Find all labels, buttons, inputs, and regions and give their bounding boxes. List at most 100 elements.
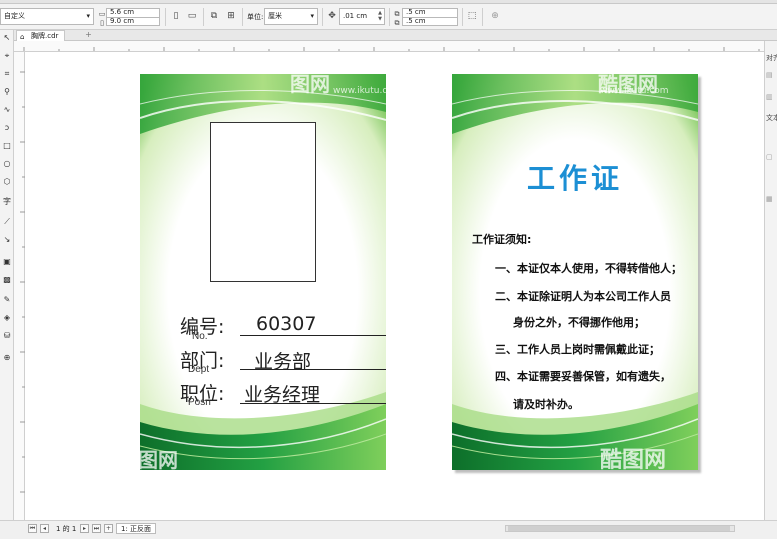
dup-x-value: .5 cm [406, 8, 426, 16]
notice-item[interactable]: 三、工作人员上岗时需佩戴此证； [495, 341, 660, 357]
pick-tool-icon[interactable]: ↖ [1, 32, 13, 44]
parallel-dimension-icon[interactable]: ⟋ [1, 216, 13, 228]
docker-label-align[interactable]: 对齐 [766, 53, 777, 63]
docker-label-text[interactable]: 文本 [766, 113, 777, 123]
separator [389, 8, 390, 26]
portrait-icon[interactable]: ▯ [170, 10, 182, 22]
notice-item[interactable]: 一、本证仅本人使用，不得转借他人； [495, 260, 682, 276]
rectangle-tool-icon[interactable]: □ [1, 140, 13, 152]
dup-y-field[interactable]: .5 cm [402, 17, 458, 26]
crop-tool-icon[interactable]: ⌗ [1, 68, 13, 80]
text-tool-icon[interactable]: 字 [1, 196, 13, 208]
field-value[interactable]: 60307 [256, 313, 316, 335]
watermark-bottom: 酷图网 [600, 448, 667, 470]
notice-item[interactable]: 四、本证需要妥善保管，如有遗失， [495, 368, 671, 384]
all-pages-icon[interactable]: ⧉ [208, 10, 220, 22]
horizontal-scrollbar[interactable] [505, 525, 735, 532]
add-tool-icon[interactable]: ⊕ [1, 352, 13, 364]
page-preset-value: 自定义 [4, 12, 25, 20]
vertical-ruler [14, 52, 25, 520]
add-icon[interactable]: ⊕ [489, 10, 501, 22]
separator [462, 8, 463, 26]
dup-y-value: .5 cm [406, 17, 426, 25]
underline [240, 369, 386, 370]
zoom-tool-icon[interactable]: ⚲ [1, 86, 13, 98]
docker-icon[interactable]: ▥ [766, 93, 773, 101]
new-tab-icon[interactable]: + [84, 31, 93, 40]
property-bar: 自定义 ▾ ▭ 5.6 cm ▯ 9.0 cm ▯ ▭ ⧉ ⊞ 单位: 厘米 ▾… [0, 4, 777, 30]
page-tab[interactable]: 1: 正反面 [116, 523, 157, 534]
field-number: 编号: No. 60307 [180, 312, 386, 344]
chevron-down-icon: ▾ [86, 12, 90, 20]
prev-page-icon[interactable]: ◂ [40, 524, 49, 533]
polygon-tool-icon[interactable]: ⬡ [1, 176, 13, 188]
card-title[interactable]: 工作证 [452, 157, 698, 197]
field-sublabel: Posn [188, 397, 211, 408]
drop-shadow-icon[interactable]: ▣ [1, 256, 13, 268]
page-navigator: ⏮ ◂ 1 的 1 ▸ ⏭ + 1: 正反面 [0, 520, 777, 539]
page-info: 1 的 1 [56, 525, 77, 533]
scrollbar-thumb[interactable] [508, 526, 730, 531]
notice-item[interactable]: 请及时补办。 [513, 396, 579, 412]
nudge-icon: ✥ [328, 11, 336, 21]
freehand-tool-icon[interactable]: ∿ [1, 104, 13, 116]
height-field[interactable]: 9.0 cm [106, 17, 160, 26]
document-tab-label: 胸牌.cdr [31, 32, 59, 40]
notice-heading[interactable]: 工作证须知: [472, 231, 531, 247]
watermark-url: www.ikutu.com [333, 86, 386, 96]
separator [165, 8, 166, 26]
ellipse-tool-icon[interactable]: ○ [1, 158, 13, 170]
next-page-icon[interactable]: ▸ [80, 524, 89, 533]
docker-icon[interactable]: ▤ [766, 71, 773, 79]
add-page-icon[interactable]: + [104, 524, 113, 533]
underline [240, 403, 386, 404]
landscape-icon[interactable]: ▭ [186, 10, 198, 22]
field-department: 部门: Dept 业务部 [180, 346, 386, 378]
separator [482, 8, 483, 26]
watermark-url: www.ikutu.com [600, 86, 669, 96]
units-value: 厘米 [268, 12, 282, 20]
ruler-ticks [23, 47, 760, 51]
badge-front[interactable]: 图网 www.ikutu.com 图网 编号: No. 60307 部门: De… [140, 74, 386, 470]
toolbox: ↖ ⌖ ⌗ ⚲ ∿ ↄ □ ○ ⬡ 字 ⟋ ↘ ▣ ▩ ✎ ◈ ⛁ ⊕ [0, 30, 14, 525]
right-docker: 对齐 ▤ ▥ 文本 ▢ ▦ [764, 41, 777, 525]
watermark-bottom: 图网 [140, 448, 178, 470]
last-page-icon[interactable]: ⏭ [92, 524, 101, 533]
field-sublabel: No. [192, 331, 208, 342]
photo-placeholder[interactable] [210, 122, 316, 282]
chevron-down-icon: ▾ [310, 12, 314, 20]
artistic-media-icon[interactable]: ↄ [1, 122, 13, 134]
field-sublabel: Dept [188, 364, 210, 375]
first-page-icon[interactable]: ⏮ [28, 524, 37, 533]
connector-tool-icon[interactable]: ↘ [1, 234, 13, 246]
document-tab[interactable]: ⌂ 胸牌.cdr [16, 30, 66, 41]
separator [322, 8, 323, 26]
units-label: 单位: [247, 13, 264, 21]
notice-item[interactable]: 身份之外，不得挪作他用； [513, 314, 645, 330]
docker-icon[interactable]: ▢ [766, 153, 773, 161]
nudge-field[interactable]: .01 cm ▲ ▼ [339, 8, 385, 25]
document-tab-bar: ⌂ 胸牌.cdr + [14, 30, 777, 41]
drawing-canvas[interactable]: 图网 www.ikutu.com 图网 编号: No. 60307 部门: De… [25, 52, 764, 520]
dup-x-field[interactable]: .5 cm [402, 8, 458, 17]
separator [203, 8, 204, 26]
horizontal-ruler [14, 41, 764, 52]
badge-back[interactable]: 酷图网 www.ikutu.com 酷图网 工作证 工作证须知: 一、本证仅本人… [452, 74, 698, 470]
page-frame-icon[interactable]: ⬚ [466, 10, 478, 22]
shape-tool-icon[interactable]: ⌖ [1, 50, 13, 62]
width-field[interactable]: 5.6 cm [106, 8, 160, 17]
field-position: 职位: Posn 业务经理 [180, 379, 386, 411]
height-value: 9.0 cm [110, 17, 135, 25]
smart-fill-icon[interactable]: ⛁ [1, 330, 13, 342]
notice-item[interactable]: 二、本证除证明人为本公司工作人员 [495, 288, 671, 304]
page-preset-select[interactable]: 自定义 ▾ [0, 8, 94, 25]
separator [242, 8, 243, 26]
docker-icon[interactable]: ▦ [766, 195, 773, 203]
ruler-ticks [20, 71, 25, 493]
transparency-icon[interactable]: ▩ [1, 274, 13, 286]
eyedropper-icon[interactable]: ✎ [1, 294, 13, 306]
spin-icon: ▲ ▼ [378, 10, 382, 22]
units-select[interactable]: 厘米 ▾ [264, 8, 318, 25]
current-page-icon[interactable]: ⊞ [225, 10, 237, 22]
interactive-fill-icon[interactable]: ◈ [1, 312, 13, 324]
